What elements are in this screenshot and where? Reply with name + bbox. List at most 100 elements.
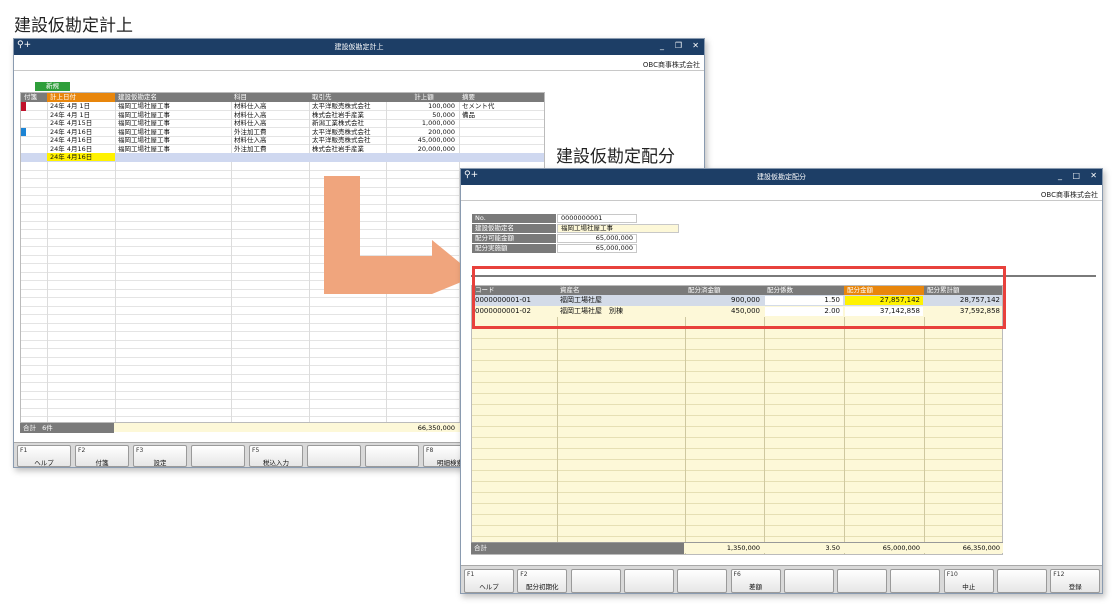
fkey-blank-3[interactable] bbox=[623, 569, 674, 593]
cell-amount[interactable]: 1,000,000 bbox=[389, 119, 458, 127]
cell-account[interactable]: 材料仕入高 bbox=[234, 119, 308, 127]
fkey-number: F3 bbox=[136, 447, 144, 454]
cell-account[interactable]: 外注加工費 bbox=[234, 128, 308, 136]
fkey-label: 付箋 bbox=[95, 459, 109, 467]
fkey-f10[interactable]: F10 中止 bbox=[943, 569, 994, 593]
cell-name[interactable]: 福岡工場社屋工事 bbox=[118, 136, 230, 144]
fkey-number: F2 bbox=[78, 447, 86, 454]
cell-name[interactable]: 福岡工場社屋工事 bbox=[118, 111, 230, 119]
fkey-blank-6[interactable] bbox=[783, 569, 834, 593]
right-total-coef: 3.50 bbox=[825, 544, 840, 552]
cell-amount[interactable]: 100,000 bbox=[389, 102, 458, 110]
cell-name[interactable]: 福岡工場社屋工事 bbox=[118, 102, 230, 110]
fkey-f1[interactable]: F1 ヘルプ bbox=[17, 445, 71, 467]
fkey-number: F6 bbox=[733, 571, 741, 578]
flow-arrow-icon bbox=[324, 176, 476, 294]
tag-marker-icon[interactable] bbox=[21, 102, 26, 111]
minimize-icon[interactable]: _ bbox=[660, 41, 664, 50]
cell-vendor[interactable]: 新潟工業株式会社 bbox=[312, 119, 385, 127]
fkey-f1[interactable]: F1 ヘルプ bbox=[464, 569, 514, 593]
close-icon[interactable]: ✕ bbox=[1090, 171, 1097, 180]
left-titlebar: ⚲+ 建設仮勘定計上 _ ❐ ✕ bbox=[14, 39, 704, 55]
info-value: 65,000,000 bbox=[557, 234, 637, 243]
close-icon[interactable]: ✕ bbox=[692, 41, 699, 50]
fkey-blank-7[interactable] bbox=[837, 569, 888, 593]
col-divider bbox=[685, 295, 686, 554]
table-row[interactable]: 24年 4月16日 福岡工場社屋工事 外注加工費 太平洋販売株式会社 200,000 bbox=[21, 127, 544, 136]
fkey-blank-8[interactable] bbox=[890, 569, 941, 593]
cell-name[interactable]: 福岡工場社屋工事 bbox=[118, 119, 230, 127]
restore-icon[interactable]: ❐ bbox=[675, 41, 682, 50]
fkey-blank-4[interactable] bbox=[677, 569, 728, 593]
cell-account[interactable]: 材料仕入高 bbox=[234, 102, 308, 110]
col-divider bbox=[557, 295, 558, 554]
cell-date[interactable]: 24年 4月16日 bbox=[50, 136, 114, 144]
fkey-blank-3[interactable] bbox=[191, 445, 245, 467]
cell-account[interactable]: 外注加工費 bbox=[234, 145, 308, 153]
cell-memo[interactable] bbox=[462, 136, 544, 144]
fkey-blank-6[interactable] bbox=[365, 445, 419, 467]
cell-memo[interactable] bbox=[462, 145, 544, 153]
cell-vendor[interactable]: 太平洋販売株式会社 bbox=[312, 128, 385, 136]
table-row[interactable]: 24年 4月 1日 福岡工場社屋工事 材料仕入高 株式会社岩手産業 50,000 備品 bbox=[21, 111, 544, 120]
tag-marker-icon[interactable] bbox=[21, 127, 26, 136]
fkey-label: ヘルプ bbox=[479, 583, 499, 591]
col-header-amount: 計上額 bbox=[386, 93, 459, 102]
col-header-account: 科目 bbox=[231, 93, 309, 102]
fkey-label: ヘルプ bbox=[34, 459, 54, 467]
fkey-number: F5 bbox=[252, 447, 260, 454]
cell-amount[interactable]: 45,000,000 bbox=[389, 136, 458, 144]
fkey-f2[interactable]: F2 配分初期化 bbox=[517, 569, 568, 593]
fkey-number: F2 bbox=[520, 571, 528, 578]
table-row[interactable]: 24年 4月16日 福岡工場社屋工事 材料仕入高 太平洋販売株式会社 45,000,00… bbox=[21, 136, 544, 145]
table-row[interactable]: 24年 4月 1日 福岡工場社屋工事 材料仕入高 太平洋販売株式会社 100,000 セメ… bbox=[21, 102, 544, 111]
right-total-label: 合計 bbox=[471, 543, 684, 554]
table-row[interactable]: 24年 4月16日 福岡工場社屋工事 外注加工費 株式会社岩手産業 20,000,000 bbox=[21, 145, 544, 154]
fkey-blank-5[interactable] bbox=[307, 445, 361, 467]
fkey-f6[interactable]: F6 差額 bbox=[730, 569, 781, 593]
cell-amount[interactable]: 20,000,000 bbox=[389, 145, 458, 153]
cell-name[interactable]: 福岡工場社屋工事 bbox=[118, 128, 230, 136]
fkey-number: F1 bbox=[20, 447, 28, 454]
fkey-number: F1 bbox=[467, 571, 475, 578]
table-row[interactable]: 24年 4月15日 福岡工場社屋工事 材料仕入高 新潟工業株式会社 1,000,000 bbox=[21, 119, 544, 128]
fkey-label: 配分初期化 bbox=[526, 583, 559, 591]
cell-account[interactable]: 材料仕入高 bbox=[234, 136, 308, 144]
fkey-blank-10[interactable] bbox=[997, 569, 1047, 593]
left-total-amount: 66,350,000 bbox=[417, 424, 455, 432]
fkey-f5[interactable]: F5 税込入力 bbox=[249, 445, 303, 467]
cell-date[interactable]: 24年 4月 1日 bbox=[50, 111, 114, 119]
cell-vendor[interactable]: 株式会社岩手産業 bbox=[312, 145, 385, 153]
cell-name[interactable]: 福岡工場社屋工事 bbox=[118, 145, 230, 153]
left-total-label-box: 合計 6件 bbox=[20, 423, 114, 433]
maximize-icon[interactable]: □ bbox=[1072, 171, 1080, 180]
cell-vendor[interactable]: 株式会社岩手産業 bbox=[312, 111, 385, 119]
cell-amount[interactable]: 50,000 bbox=[389, 111, 458, 119]
cell-account[interactable]: 材料仕入高 bbox=[234, 111, 308, 119]
cell-vendor[interactable]: 太平洋販売株式会社 bbox=[312, 136, 385, 144]
cell-memo[interactable]: セメント代 bbox=[462, 102, 544, 110]
cell-memo[interactable] bbox=[462, 119, 544, 127]
cell-amount[interactable]: 200,000 bbox=[389, 128, 458, 136]
fkey-f2[interactable]: F2 付箋 bbox=[75, 445, 129, 467]
col-header-name: 建設仮勘定名 bbox=[115, 93, 231, 102]
cell-date[interactable]: 24年 4月15日 bbox=[50, 119, 114, 127]
cell-date[interactable]: 24年 4月16日 bbox=[50, 145, 114, 153]
left-total-row: 合計 6件 66,350,000 bbox=[20, 422, 466, 433]
new-button[interactable]: 新規 bbox=[35, 82, 70, 91]
right-total-allocated: 1,350,000 bbox=[726, 544, 760, 552]
fkey-label: 税込入力 bbox=[263, 459, 289, 467]
cell-vendor[interactable]: 太平洋販売株式会社 bbox=[312, 102, 385, 110]
edit-date-input[interactable]: 24年 4月16日 bbox=[47, 153, 115, 161]
edit-row[interactable]: 24年 4月16日 bbox=[21, 153, 544, 162]
fkey-f12[interactable]: F12 登録 bbox=[1050, 569, 1101, 593]
fkey-f3[interactable]: F3 設定 bbox=[133, 445, 187, 467]
minimize-icon[interactable]: _ bbox=[1058, 171, 1062, 180]
right-titlebar: ⚲+ 建設仮勘定配分 _ □ ✕ bbox=[461, 169, 1102, 185]
info-value[interactable]: 福岡工場社屋工事 bbox=[557, 224, 679, 233]
cell-memo[interactable] bbox=[462, 128, 544, 136]
fkey-blank-2[interactable] bbox=[570, 569, 621, 593]
cell-date[interactable]: 24年 4月 1日 bbox=[50, 102, 114, 110]
cell-date[interactable]: 24年 4月16日 bbox=[50, 128, 114, 136]
cell-memo[interactable]: 備品 bbox=[462, 111, 544, 119]
